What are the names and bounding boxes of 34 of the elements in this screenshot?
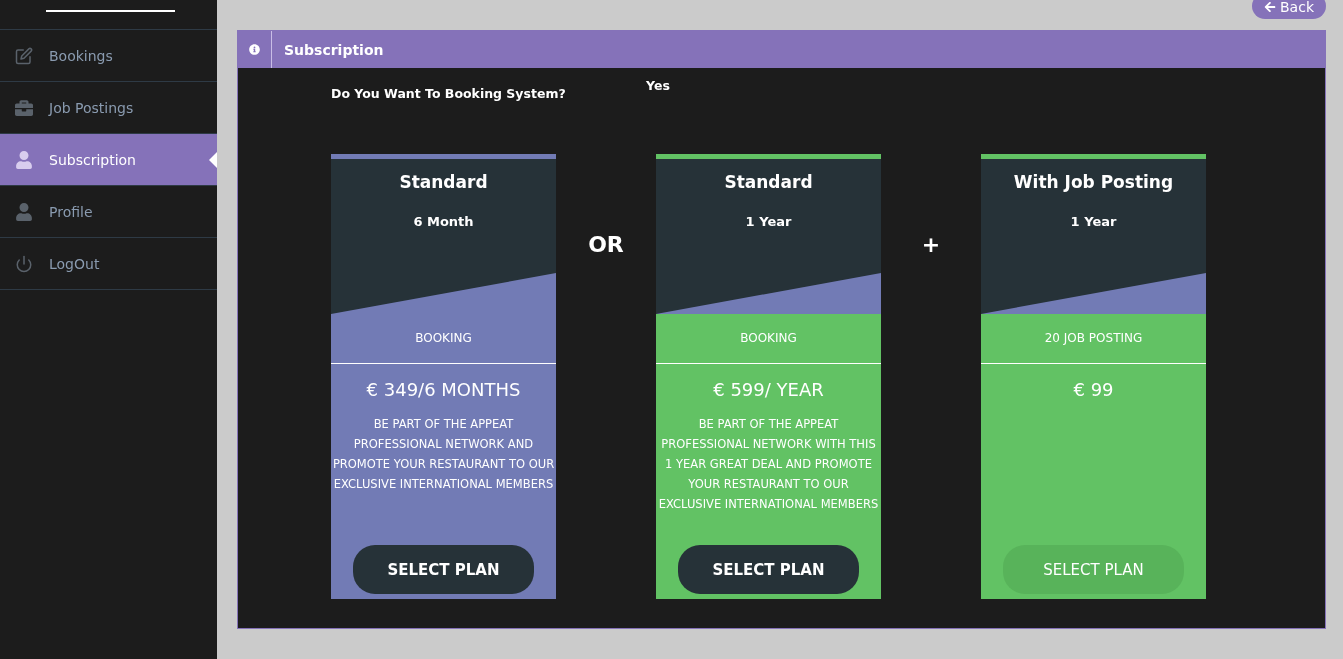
briefcase-icon (14, 98, 34, 117)
active-pointer-icon (209, 152, 217, 168)
plan-description: BE PART OF THE APPEAT PROFESSIONAL NETWORK AND PROMOTE YOUR RESTAURANT TO OUR EXCLUSIVE INTERNATIONAL MEMBERS (331, 416, 556, 493)
back-button[interactable]: Back (1252, 0, 1326, 19)
arrow-left-icon (1264, 1, 1276, 13)
question: Do You Want To Booking System? (331, 86, 567, 103)
plan-price: € 599/ YEAR (713, 379, 824, 400)
user-icon (14, 202, 34, 221)
plan-period: 1 Year (745, 214, 792, 229)
info-icon (249, 44, 260, 55)
sidebar-item[interactable]: LogOut (0, 238, 217, 290)
user-icon (14, 150, 34, 169)
edit-icon (14, 46, 34, 65)
plan-title: Standard (399, 172, 488, 192)
plan-period: 1 Year (1070, 214, 1117, 229)
separator-text: + (920, 232, 942, 257)
select-plan-button[interactable]: SELECT PLAN (353, 545, 534, 594)
plan-feature: 20 JOB POSTING (981, 314, 1206, 364)
sidebar-item[interactable]: Subscription (0, 134, 217, 186)
plan-price: € 349/6 MONTHS (366, 379, 521, 400)
plan-period: 6 Month (413, 214, 474, 229)
panel-title: Subscription (284, 41, 384, 58)
plan-description: BE PART OF THE APPEAT PROFESSIONAL NETWORK WITH THIS 1 YEAR GREAT DEAL AND PROMOTE YOUR RESTAURANT TO OUR EXCLUSIVE INTERNATIONAL MEMBERS (657, 416, 880, 513)
plan-title: With Job Posting (1013, 172, 1174, 192)
select-plan-button[interactable]: SELECT PLAN (678, 545, 859, 594)
power-icon (14, 254, 34, 273)
answer: Yes (646, 78, 670, 95)
plan-feature: BOOKING (331, 314, 556, 364)
plan-title: Standard (724, 172, 813, 192)
separator-text: OR (587, 232, 625, 257)
plan-feature: BOOKING (656, 314, 881, 364)
sidebar-item[interactable]: Bookings (0, 30, 217, 82)
sidebar-item[interactable]: Profile (0, 186, 217, 238)
plan-price: € 99 (1073, 379, 1114, 400)
